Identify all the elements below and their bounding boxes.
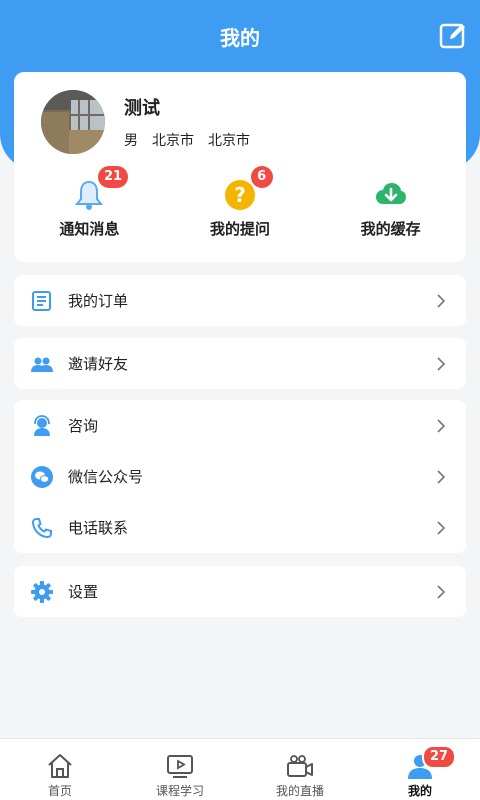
chevron-right-icon	[437, 521, 446, 535]
tab-label: 课程学习	[155, 784, 204, 798]
user-name: 测试	[124, 98, 160, 119]
menu-item-consult[interactable]: 咨询	[14, 400, 466, 451]
chevron-right-icon	[437, 585, 446, 599]
phone-icon	[31, 518, 52, 539]
invite-card: 邀请好友	[14, 338, 466, 389]
quick-cache[interactable]: 我的缓存	[315, 172, 466, 252]
tab-label: 首页	[47, 784, 72, 798]
quick-label: 通知消息	[59, 220, 120, 238]
bottom-tab-bar: 首页 课程学习 我的直播 27 我的	[0, 738, 480, 800]
menu-item-phone[interactable]: 电话联系	[14, 502, 466, 553]
profile-card: 测试 男 北京市 北京市 21 通知消息 ? 6 我的提问 我的缓存	[14, 72, 466, 262]
tab-live[interactable]: 我的直播	[240, 739, 360, 800]
customer-service-icon	[34, 415, 50, 436]
tab-label: 我的直播	[275, 784, 324, 798]
menu-label: 电话联系	[68, 519, 129, 537]
user-city: 北京市	[208, 133, 250, 149]
menu-label: 微信公众号	[68, 468, 144, 486]
chevron-right-icon	[437, 357, 446, 371]
question-badge: 6	[250, 166, 273, 188]
menu-item-orders[interactable]: 我的订单	[14, 275, 466, 326]
wechat-icon	[31, 466, 53, 488]
orders-card: 我的订单	[14, 275, 466, 326]
menu-label: 设置	[68, 583, 99, 601]
menu-item-settings[interactable]: 设置	[14, 566, 466, 617]
quick-actions: 21 通知消息 ? 6 我的提问 我的缓存	[14, 166, 466, 252]
mine-badge: 27	[422, 745, 457, 769]
chevron-right-icon	[437, 294, 446, 308]
menu-label: 咨询	[68, 417, 99, 435]
contact-card: 咨询 微信公众号 电话联系	[14, 400, 466, 553]
gear-icon	[31, 581, 53, 603]
quick-label: 我的提问	[210, 220, 271, 238]
avatar[interactable]	[41, 90, 105, 154]
tab-mine[interactable]: 27 我的	[360, 739, 480, 800]
notification-badge: 21	[98, 166, 129, 188]
menu-item-wechat[interactable]: 微信公众号	[14, 451, 466, 502]
menu-label: 我的订单	[68, 292, 129, 310]
menu-item-invite[interactable]: 邀请好友	[14, 338, 466, 389]
video-icon	[167, 755, 193, 778]
cloud-download-icon	[375, 183, 406, 204]
settings-card: 设置	[14, 566, 466, 617]
user-meta: 男 北京市 北京市	[124, 130, 250, 150]
home-icon	[48, 754, 72, 778]
edit-icon[interactable]	[438, 20, 468, 50]
tab-courses[interactable]: 课程学习	[120, 739, 240, 800]
quick-questions[interactable]: ? 6 我的提问	[165, 166, 316, 252]
camera-icon	[287, 755, 313, 777]
friends-icon	[31, 357, 53, 372]
quick-notifications[interactable]: 21 通知消息	[14, 166, 165, 252]
menu-label: 邀请好友	[68, 355, 129, 373]
svg-text:?: ?	[234, 183, 246, 207]
user-province: 北京市	[152, 133, 194, 149]
chevron-right-icon	[437, 419, 446, 433]
user-gender: 男	[124, 133, 138, 149]
tab-label: 我的	[407, 784, 432, 798]
page-title: 我的	[220, 26, 260, 50]
orders-icon	[32, 291, 51, 311]
quick-label: 我的缓存	[360, 220, 421, 238]
chevron-right-icon	[437, 470, 446, 484]
tab-home[interactable]: 首页	[0, 739, 120, 800]
